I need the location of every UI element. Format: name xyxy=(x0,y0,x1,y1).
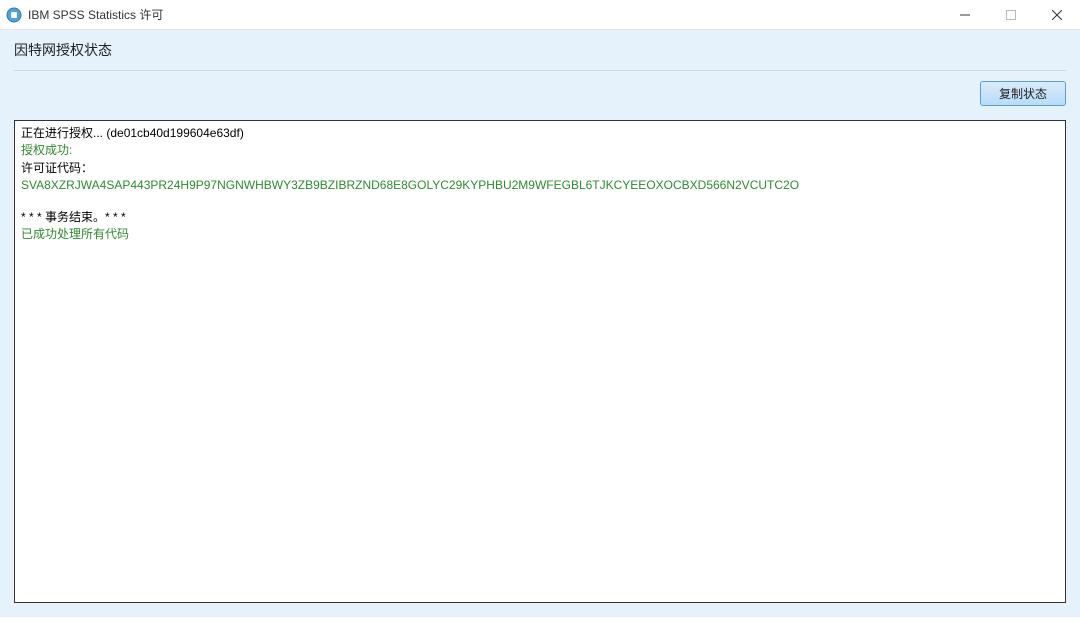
status-output[interactable]: 正在进行授权... (de01cb40d199604e63df) 授权成功: 许… xyxy=(14,120,1066,603)
authorizing-id: de01cb40d199604e63df xyxy=(110,126,239,140)
window-controls xyxy=(942,0,1080,29)
close-button[interactable] xyxy=(1034,0,1080,29)
status-line-txn-end: * * * 事务结束。* * * xyxy=(21,209,1059,226)
copy-status-button[interactable]: 复制状态 xyxy=(980,81,1066,106)
header-section: 因特网授权状态 复制状态 xyxy=(0,30,1080,120)
authorizing-prefix: 正在进行授权... ( xyxy=(21,126,110,140)
app-icon xyxy=(6,7,22,23)
blank-line xyxy=(21,195,1059,209)
status-line-authorizing: 正在进行授权... (de01cb40d199604e63df) xyxy=(21,125,1059,142)
page-heading: 因特网授权状态 xyxy=(14,40,1066,70)
status-line-all-processed: 已成功处理所有代码 xyxy=(21,226,1059,243)
authorizing-suffix: ) xyxy=(240,126,244,140)
title-bar: IBM SPSS Statistics 许可 xyxy=(0,0,1080,30)
status-line-success: 授权成功: xyxy=(21,142,1059,159)
status-line-license-code: SVA8XZRJWA4SAP443PR24H9P97NGNWHBWY3ZB9BZ… xyxy=(21,177,1059,194)
window-title: IBM SPSS Statistics 许可 xyxy=(28,6,942,23)
minimize-button[interactable] xyxy=(942,0,988,29)
action-row: 复制状态 xyxy=(14,71,1066,110)
status-line-license-label: 许可证代码： xyxy=(21,160,1059,177)
content-area: 正在进行授权... (de01cb40d199604e63df) 授权成功: 许… xyxy=(0,120,1080,617)
maximize-button[interactable] xyxy=(988,0,1034,29)
